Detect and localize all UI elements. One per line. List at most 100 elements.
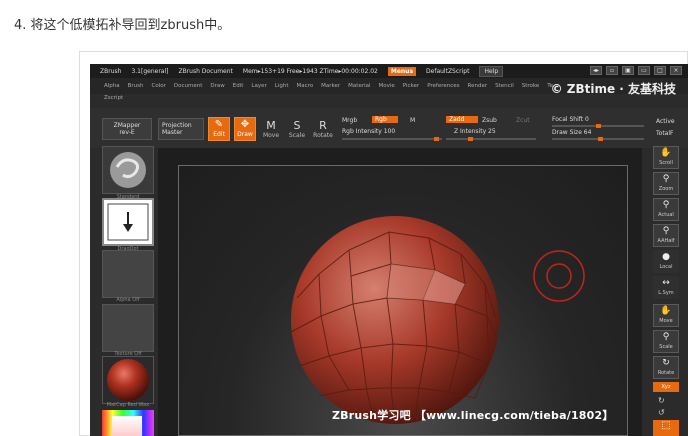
scroll-button[interactable]: ✋ Scroll [653, 146, 679, 169]
menu-item[interactable]: Marker [321, 83, 340, 89]
watermark: © ZBtime · 友基科技 [550, 82, 676, 96]
draw-size-slider[interactable] [552, 137, 644, 141]
color-picker[interactable] [102, 410, 154, 436]
app-version: 3.1[general] [131, 67, 169, 75]
move-view-label: Move [659, 318, 673, 324]
slider-handle[interactable] [468, 137, 473, 141]
menu-item[interactable]: Edit [233, 83, 244, 89]
menu-item[interactable]: Alpha [104, 83, 120, 89]
scale-view-button[interactable]: ⚲ Scale [653, 330, 679, 353]
slider-handle[interactable] [598, 137, 603, 141]
menu-item[interactable]: Draw [210, 83, 224, 89]
document-canvas[interactable] [178, 165, 628, 436]
zmapper-label: ZMapper [113, 122, 141, 129]
scale-view-icon: ⚲ [662, 332, 670, 342]
left-shelf: Standard DragDot Alpha Off Texture Off M… [102, 146, 154, 436]
slider-handle[interactable] [434, 137, 439, 141]
slider-handle[interactable] [596, 124, 601, 128]
rgb-intensity-slider[interactable] [342, 137, 442, 141]
rotate-button[interactable]: R Rotate [312, 119, 334, 139]
edit-label: Edit [213, 131, 225, 138]
edit-button[interactable]: ✎ Edit [208, 117, 230, 141]
menu-item[interactable]: Macro [297, 83, 314, 89]
texture-thumbnail[interactable] [102, 304, 154, 352]
actual-button[interactable]: ⚲ Actual [653, 198, 679, 221]
move-view-button[interactable]: ✋ Move [653, 304, 679, 327]
menu-item[interactable]: Layer [251, 83, 266, 89]
move-button[interactable]: M Move [260, 119, 282, 139]
color-icon[interactable]: ▫ [606, 66, 618, 75]
rgb-toggle[interactable]: Rgb [372, 116, 398, 123]
draw-button[interactable]: ✥ Draw [234, 117, 256, 141]
lock-icon[interactable]: ▣ [622, 66, 634, 75]
move-label: Move [262, 132, 280, 139]
menu-item[interactable]: Movie [379, 83, 395, 89]
minimize-icon[interactable]: ▭ [638, 66, 650, 75]
xyz-toggle[interactable]: Xyz [653, 382, 679, 392]
rotate-view-button[interactable]: ↻ Rotate [653, 356, 679, 379]
default-zscript-button[interactable]: DefaultZScript [426, 68, 469, 75]
stroke-thumbnail[interactable] [102, 198, 154, 246]
menu-item[interactable]: Render [468, 83, 488, 89]
projection-master-button[interactable]: Projection Master [158, 118, 204, 140]
color-swatch[interactable] [112, 416, 142, 436]
help-button[interactable]: Help [479, 65, 504, 77]
menu-item[interactable]: Picker [403, 83, 419, 89]
alpha-name: Alpha Off [116, 297, 140, 303]
layout-icon[interactable]: ◂▸ [590, 66, 602, 75]
frame-button[interactable]: ⬚ [653, 420, 679, 436]
menu-item[interactable]: Document [174, 83, 203, 89]
document-name: ZBrush Document [178, 67, 233, 75]
zcut-toggle[interactable]: Zcut [516, 117, 530, 124]
menu-item[interactable]: Stroke [522, 83, 540, 89]
menu-item[interactable]: Material [348, 83, 370, 89]
focal-shift-slider[interactable] [552, 124, 644, 128]
rotate-view-icon: ↻ [662, 358, 670, 368]
material-thumbnail[interactable] [102, 356, 154, 404]
projection-label: Projection [162, 122, 192, 129]
focal-shift-label: Focal Shift 0 [552, 116, 589, 123]
maximize-icon[interactable]: □ [654, 66, 666, 75]
menus-button[interactable]: Menus [387, 66, 417, 76]
menu-item[interactable]: Stencil [495, 83, 514, 89]
zsub-toggle[interactable]: Zsub [482, 117, 497, 124]
top-shelf: ZMapper rev-E Projection Master ✎ Edit ✥… [90, 108, 688, 148]
redo-icon[interactable]: ↻ [658, 396, 665, 405]
zadd-toggle[interactable]: Zadd [446, 116, 478, 123]
close-icon[interactable]: × [670, 66, 682, 75]
memory-status: Mem▸153+19 Free▸1943 ZTime▸00:00:02.02 [242, 67, 378, 75]
mrgb-toggle[interactable]: Mrgb [342, 117, 357, 124]
brush-cursor-icon [533, 250, 585, 302]
local-label: Local [659, 264, 673, 270]
rotate-icon: R [319, 119, 327, 132]
lsym-icon: ↔ [662, 278, 670, 288]
draw-size-label: Draw Size 64 [552, 129, 592, 136]
right-shelf: ✋ Scroll ⚲ Zoom ⚲ Actual ⚲ AAHalf ● Local ↔ L.… [650, 146, 684, 436]
zmapper-button[interactable]: ZMapper rev-E [102, 118, 152, 140]
alpha-thumbnail[interactable] [102, 250, 154, 298]
z-intensity-slider[interactable] [446, 137, 536, 141]
zmapper-sub: rev-E [119, 129, 135, 136]
menu-item[interactable]: Preferences [427, 83, 459, 89]
actual-label: Actual [658, 212, 674, 218]
local-icon: ● [662, 252, 670, 262]
lsym-button[interactable]: ↔ L.Sym [653, 276, 679, 299]
m-toggle[interactable]: M [410, 117, 415, 124]
red-wax-material-icon [107, 359, 149, 401]
scroll-icon: ✋ [660, 148, 672, 158]
undo-icon[interactable]: ↺ [658, 408, 665, 417]
menu-item[interactable]: Light [275, 83, 289, 89]
brush-thumbnail[interactable] [102, 146, 154, 194]
actual-icon: ⚲ [662, 200, 670, 210]
scale-button[interactable]: S Scale [286, 119, 308, 139]
standard-brush-icon [110, 152, 146, 188]
draw-label: Draw [237, 131, 253, 138]
zscript-menu[interactable]: Zscript [104, 95, 123, 101]
local-button[interactable]: ● Local [653, 250, 679, 273]
menu-item[interactable]: Brush [128, 83, 144, 89]
menu-item[interactable]: Color [152, 83, 166, 89]
zoom-button[interactable]: ⚲ Zoom [653, 172, 679, 195]
aahalf-button[interactable]: ⚲ AAHalf [653, 224, 679, 247]
dragdot-stroke-icon [107, 203, 149, 241]
zoom-icon: ⚲ [662, 174, 670, 184]
